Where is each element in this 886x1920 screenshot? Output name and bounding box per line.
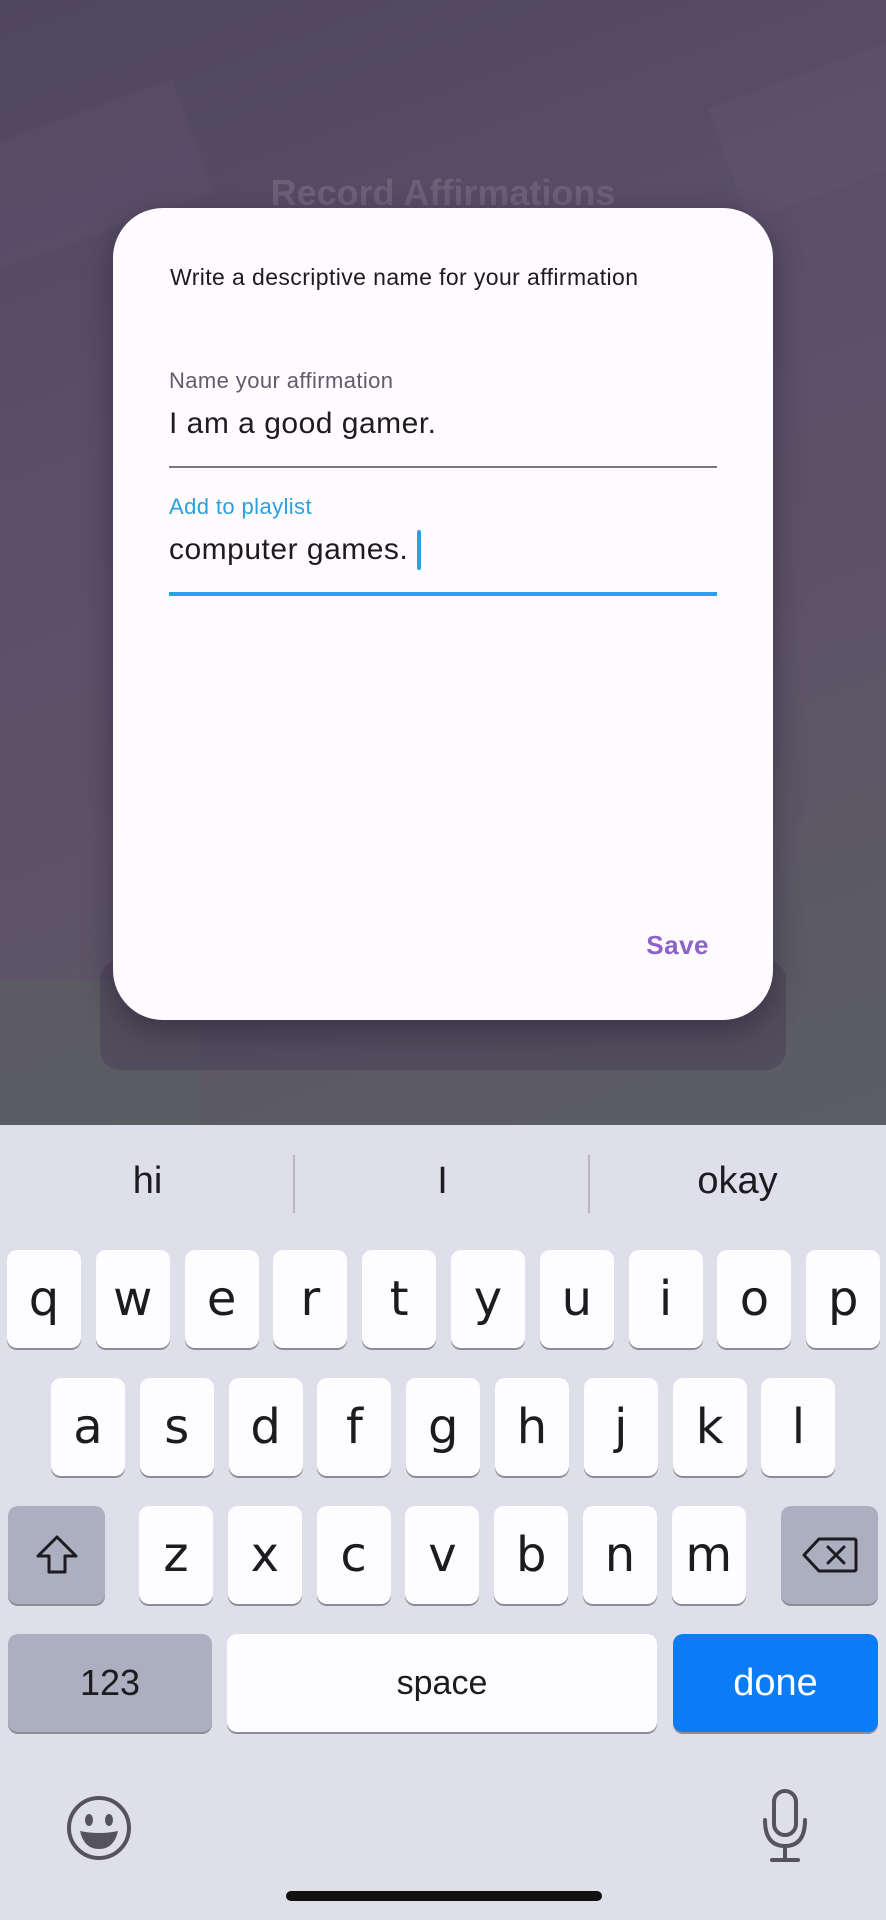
suggestion-item[interactable]: hi bbox=[0, 1153, 295, 1209]
text-cursor bbox=[417, 530, 422, 570]
key-s[interactable]: s bbox=[139, 1378, 214, 1476]
key-o[interactable]: o bbox=[717, 1250, 792, 1348]
key-f[interactable]: f bbox=[317, 1378, 392, 1476]
key-i[interactable]: i bbox=[628, 1250, 703, 1348]
key-q[interactable]: q bbox=[7, 1250, 81, 1348]
key-w[interactable]: w bbox=[95, 1250, 170, 1348]
affirmation-name-text: I am a good gamer. bbox=[169, 407, 437, 440]
key-e[interactable]: e bbox=[184, 1250, 259, 1348]
microphone-icon bbox=[763, 1789, 807, 1862]
key-x[interactable]: x bbox=[227, 1506, 302, 1604]
emoji-icon bbox=[67, 1796, 131, 1860]
key-r[interactable]: r bbox=[273, 1250, 348, 1348]
field-underline bbox=[169, 466, 717, 468]
key-n[interactable]: n bbox=[583, 1506, 657, 1604]
affirmation-name-field[interactable]: Name your affirmation I am a good gamer. bbox=[169, 368, 717, 468]
emoji-button[interactable] bbox=[66, 1795, 132, 1861]
numbers-key[interactable]: 123 bbox=[8, 1634, 212, 1732]
key-m[interactable]: m bbox=[671, 1506, 746, 1604]
shift-key[interactable] bbox=[8, 1506, 105, 1604]
space-key[interactable]: space bbox=[227, 1634, 657, 1732]
dialog-heading: Write a descriptive name for your affirm… bbox=[170, 264, 639, 290]
key-h[interactable]: h bbox=[495, 1378, 569, 1476]
key-a[interactable]: a bbox=[51, 1378, 125, 1476]
key-g[interactable]: g bbox=[406, 1378, 481, 1476]
backspace-key[interactable] bbox=[781, 1506, 878, 1604]
shift-icon bbox=[36, 1535, 77, 1574]
playlist-label: Add to playlist bbox=[169, 494, 312, 519]
key-c[interactable]: c bbox=[316, 1506, 391, 1604]
suggestion-item[interactable]: okay bbox=[590, 1153, 885, 1209]
key-j[interactable]: j bbox=[583, 1378, 658, 1476]
suggestion-bar: hi I okay bbox=[0, 1125, 886, 1245]
field-underline-focused bbox=[169, 592, 717, 596]
key-l[interactable]: l bbox=[761, 1378, 836, 1476]
affirmation-name-value[interactable]: I am a good gamer. bbox=[169, 404, 717, 444]
playlist-text: computer games. bbox=[169, 533, 409, 566]
home-indicator bbox=[286, 1891, 602, 1901]
key-k[interactable]: k bbox=[672, 1378, 747, 1476]
on-screen-keyboard: hi I okay qwertyuiop asdfghjkl zxcvbnm 1… bbox=[0, 1125, 886, 1920]
done-key[interactable]: done bbox=[673, 1634, 878, 1732]
affirmation-name-label: Name your affirmation bbox=[169, 368, 394, 393]
key-t[interactable]: t bbox=[362, 1250, 437, 1348]
key-p[interactable]: p bbox=[806, 1250, 881, 1348]
key-d[interactable]: d bbox=[228, 1378, 303, 1476]
key-v[interactable]: v bbox=[405, 1506, 480, 1604]
backspace-icon bbox=[802, 1537, 857, 1573]
suggestion-item[interactable]: I bbox=[295, 1153, 590, 1209]
affirmation-name-dialog: Write a descriptive name for your affirm… bbox=[113, 208, 773, 1020]
key-b[interactable]: b bbox=[494, 1506, 569, 1604]
key-y[interactable]: y bbox=[451, 1250, 525, 1348]
key-z[interactable]: z bbox=[139, 1506, 213, 1604]
save-button[interactable]: Save bbox=[646, 930, 709, 961]
key-u[interactable]: u bbox=[539, 1250, 614, 1348]
playlist-value[interactable]: computer games. bbox=[169, 530, 717, 570]
playlist-field[interactable]: Add to playlist computer games. bbox=[169, 494, 717, 596]
microphone-button[interactable] bbox=[760, 1788, 810, 1864]
